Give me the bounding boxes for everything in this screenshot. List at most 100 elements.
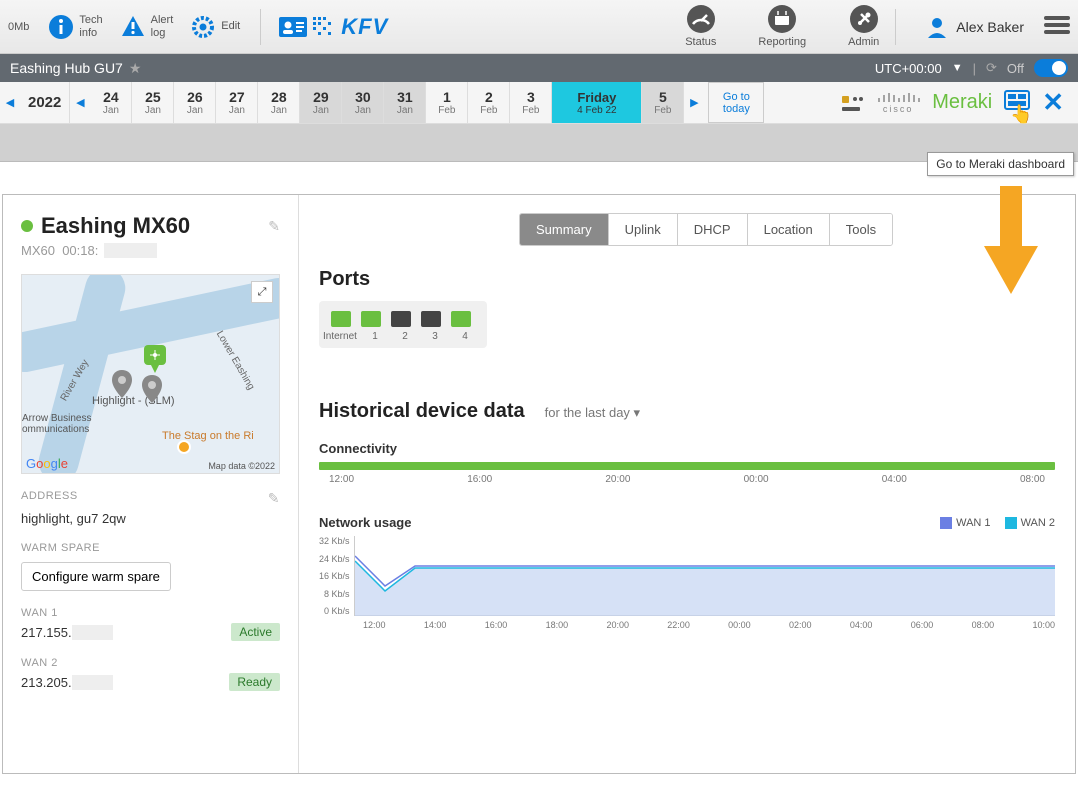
close-button[interactable]: ✕ — [1042, 87, 1064, 118]
hamburger-icon — [1044, 14, 1070, 36]
tab-location[interactable]: Location — [748, 214, 830, 245]
tab-summary[interactable]: Summary — [520, 214, 609, 245]
date-cell[interactable]: 28Jan — [258, 82, 300, 123]
date-cell[interactable]: 25Jan — [132, 82, 174, 123]
tools-icon — [849, 4, 879, 34]
favorite-star-icon[interactable]: ★ — [129, 60, 142, 77]
port-2[interactable] — [391, 311, 411, 327]
gauge-icon — [686, 4, 716, 34]
breadcrumb: Eashing Hub GU7 ★ UTC+00:00 ▼ | ⟳ Off — [0, 54, 1078, 82]
edit-address-button[interactable]: ✎ — [268, 490, 280, 507]
map-expand-button[interactable]: ⤢ — [251, 281, 273, 303]
legend-swatch-wan1 — [940, 517, 952, 529]
top-toolbar: 0Mb Tech info Alert log Edit KFV Status … — [0, 0, 1078, 54]
ports-panel: Internet1234 — [319, 301, 487, 348]
timeline-strip[interactable]: Go to Meraki dashboard — [0, 124, 1078, 162]
id-card-icon — [279, 17, 307, 37]
alert-icon — [119, 13, 147, 41]
map-attribution: Map data ©2022 — [208, 461, 275, 471]
off-label: Off — [1007, 61, 1024, 76]
tooltip: Go to Meraki dashboard — [927, 152, 1074, 176]
date-cell[interactable]: 29Jan — [300, 82, 342, 123]
day-prev-button[interactable]: ◀ — [70, 82, 90, 123]
wan1-label: WAN 1 — [21, 607, 280, 619]
auto-refresh-toggle[interactable] — [1034, 59, 1068, 77]
reporting-button[interactable]: Reporting — [752, 2, 812, 50]
tab-uplink[interactable]: Uplink — [609, 214, 678, 245]
logo[interactable]: KFV — [279, 14, 388, 40]
configure-warm-spare-button[interactable]: Configure warm spare — [21, 562, 171, 591]
divider: | — [973, 61, 976, 76]
historical-title: Historical device data — [319, 400, 525, 423]
meraki-dashboard-button[interactable]: 👆 — [1004, 90, 1030, 115]
date-cell[interactable]: 3Feb — [510, 82, 552, 123]
port-internet[interactable] — [331, 311, 351, 327]
connectivity-bar — [319, 462, 1055, 470]
day-next-button[interactable]: ▶ — [684, 82, 704, 123]
connectivity-title: Connectivity — [319, 441, 1055, 456]
device-main: Summary Uplink DHCP Location Tools Ports… — [299, 195, 1075, 773]
date-cell[interactable]: 5Feb — [642, 82, 684, 123]
device-sidebar: Eashing MX60 ✎ MX60 00:18:xx River Wey L… — [3, 195, 299, 773]
status-dot-icon — [21, 220, 33, 232]
user-menu[interactable]: Alex Baker — [926, 16, 1024, 38]
google-logo: Google — [26, 456, 68, 471]
edit-device-button[interactable]: ✎ — [268, 218, 280, 235]
goto-today-button[interactable]: Go to today — [708, 82, 764, 123]
meraki-logo: Meraki — [932, 91, 992, 114]
port-3[interactable] — [421, 311, 441, 327]
cisco-logo: cisco — [876, 92, 920, 114]
info-icon — [47, 13, 75, 41]
tab-tools[interactable]: Tools — [830, 214, 892, 245]
logo-pattern-icon — [313, 17, 335, 37]
wan2-status-badge: Ready — [229, 673, 280, 691]
date-cell[interactable]: 31Jan — [384, 82, 426, 123]
address-label: ADDRESS — [21, 490, 78, 507]
date-bar: ◀ 2022 ◀ 24Jan25Jan26Jan27Jan28Jan29Jan3… — [0, 82, 1078, 124]
poi-icon — [177, 440, 191, 454]
device-map[interactable]: River Wey Lower Eashing Highlight - (SLM… — [21, 274, 280, 474]
seating-icon[interactable] — [838, 92, 864, 114]
legend-swatch-wan2 — [1005, 517, 1017, 529]
year-label: 2022 — [20, 82, 70, 123]
calendar-icon — [767, 4, 797, 34]
status-button[interactable]: Status — [679, 2, 722, 50]
device-subtitle: MX60 00:18:xx — [21, 243, 280, 258]
user-icon — [926, 16, 948, 38]
wan1-status-badge: Active — [231, 623, 280, 641]
alert-log-button[interactable]: Alert log — [113, 9, 180, 45]
date-cell[interactable]: 24Jan — [90, 82, 132, 123]
location-name: Eashing Hub GU7 — [10, 60, 123, 76]
usage-chart: 32 Kb/s24 Kb/s16 Kb/s8 Kb/s0 Kb/s — [319, 536, 1055, 616]
connectivity-ticks: 12:0016:0020:0000:0004:0008:00 — [319, 474, 1055, 485]
warm-spare-label: WARM SPARE — [21, 542, 280, 554]
refresh-icon[interactable]: ⟳ — [986, 60, 997, 76]
annotation-arrow-icon — [984, 186, 1038, 299]
address-value: highlight, gu7 2qw — [21, 511, 280, 526]
wan1-ip: 217.155.xx — [21, 625, 113, 640]
hamburger-menu[interactable] — [1044, 14, 1070, 39]
date-cell[interactable]: 30Jan — [342, 82, 384, 123]
network-usage-title: Network usage — [319, 515, 411, 530]
date-cell[interactable]: 27Jan — [216, 82, 258, 123]
wan2-ip: 213.205.xx — [21, 675, 113, 690]
timezone-label[interactable]: UTC+00:00 — [875, 61, 942, 76]
map-marker-icon — [142, 375, 162, 403]
cursor-icon: 👆 — [1010, 104, 1032, 125]
date-cell[interactable]: 1Feb — [426, 82, 468, 123]
edit-button[interactable]: Edit — [183, 9, 246, 45]
admin-button[interactable]: Admin — [842, 2, 885, 50]
tab-dhcp[interactable]: DHCP — [678, 214, 748, 245]
port-4[interactable] — [451, 311, 471, 327]
tabs: Summary Uplink DHCP Location Tools — [519, 213, 893, 246]
tech-info-button[interactable]: Tech info — [41, 9, 108, 45]
date-cell[interactable]: 2Feb — [468, 82, 510, 123]
port-1[interactable] — [361, 311, 381, 327]
year-prev-button[interactable]: ◀ — [0, 82, 20, 123]
device-name: Eashing MX60 — [41, 213, 260, 239]
chevron-down-icon[interactable]: ▼ — [952, 62, 963, 74]
time-range-dropdown[interactable]: for the last day ▾ — [545, 405, 640, 421]
date-cell[interactable]: 26Jan — [174, 82, 216, 123]
date-cell-selected[interactable]: Friday4 Feb 22 — [552, 82, 642, 123]
gear-icon — [189, 13, 217, 41]
